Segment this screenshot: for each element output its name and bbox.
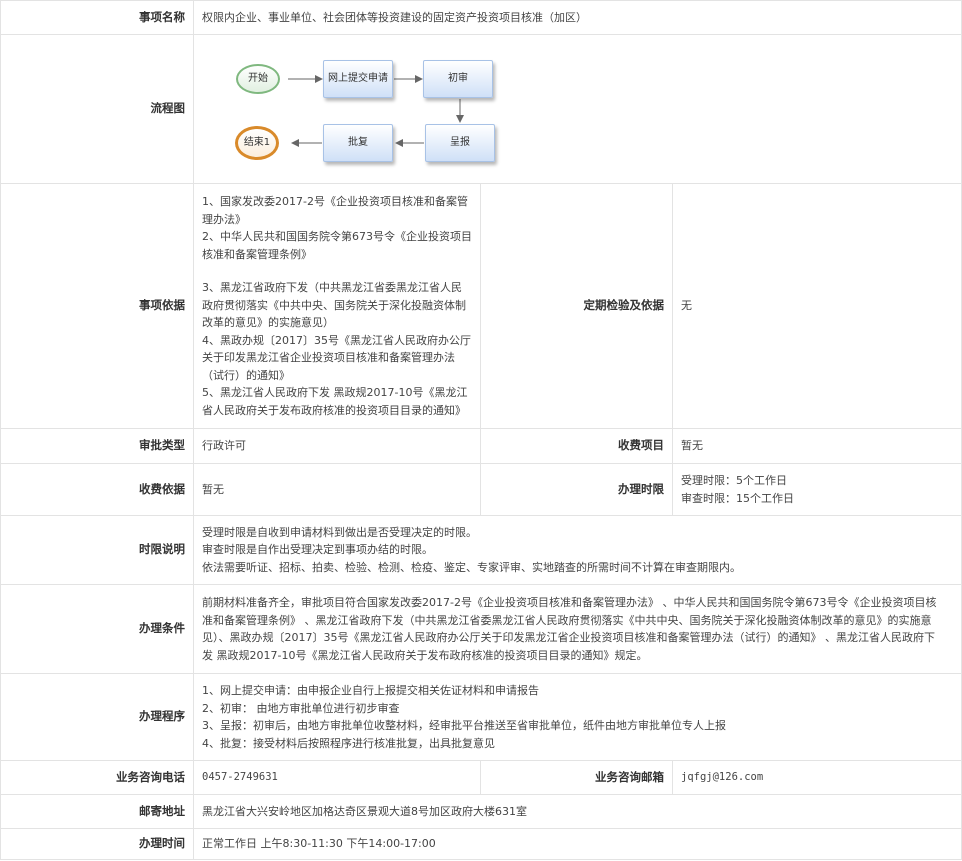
procedure-label: 办理程序 [0,673,194,761]
basis-line: （试行）的通知》 [202,368,290,382]
basis-spacer [202,263,472,279]
row-hours: 办理时间 正常工作日 上午8:30-11:30 下午14:00-17:00 [0,828,962,860]
row-contact: 业务咨询电话 0457-2749631 业务咨询邮箱 jqfgj@126.com [0,760,962,795]
basis-line: 4、黑政办规〔2017〕35号《黑龙江省人民政府办公厅 [202,333,471,347]
item-name-value: 权限内企业、事业单位、社会团体等投资建设的固定资产投资项目核准（加区） [193,0,962,35]
flowchart-label: 流程图 [0,34,194,184]
basis-line: 政府贯彻落实《中共中央、国务院关于深化投融资体制 [202,298,466,312]
inspection-label: 定期检验及依据 [480,183,673,429]
row-item-name: 事项名称 权限内企业、事业单位、社会团体等投资建设的固定资产投资项目核准（加区） [0,0,962,35]
conditions-line: 准和备案管理条例》 、黑龙江省政府下发（中共黑龙江省委黑龙江省人民政府贯彻落实《… [202,613,932,627]
time-limit-value: 受理时限：5个工作日 审查时限：15个工作日 [672,463,962,516]
fee-item-label: 收费项目 [480,428,673,464]
phone-label: 业务咨询电话 [0,760,194,795]
fee-item-value: 暂无 [672,428,962,464]
flowchart-cell: 开始 网上提交申请 初审 呈报 批复 结束1 [193,34,962,184]
approval-type-value: 行政许可 [193,428,481,464]
item-info-table: 事项名称 权限内企业、事业单位、社会团体等投资建设的固定资产投资项目核准（加区）… [0,0,962,860]
procedure-value: 1、网上提交申请：由申报企业自行上报提交相关佐证材料和申请报告 2、初审： 由地… [193,673,962,761]
fee-basis-value: 暂无 [193,463,481,516]
time-limit-label: 办理时限 [480,463,673,516]
basis-line: 3、黑龙江省政府下发（中共黑龙江省委黑龙江省人民 [202,281,462,294]
conditions-line: 见）、黑政办规〔2017〕35号《黑龙江省人民政府办公厅关于印发黑龙江省企业投资… [202,631,935,644]
row-procedure: 办理程序 1、网上提交申请：由申报企业自行上报提交相关佐证材料和申请报告 2、初… [0,673,962,761]
basis-line: 核准和备案管理条例》 [202,247,312,261]
time-note-label: 时限说明 [0,515,194,585]
basis-line: 改革的意见》的实施意见） [202,316,334,329]
conditions-line: 前期材料准备齐全，审批项目符合国家发改委2017-2号《企业投资项目核准和备案管… [202,596,937,609]
row-conditions: 办理条件 前期材料准备齐全，审批项目符合国家发改委2017-2号《企业投资项目核… [0,584,962,674]
time-limit-line: 审查时限：15个工作日 [681,491,794,505]
conditions-label: 办理条件 [0,584,194,674]
process-flowchart: 开始 网上提交申请 初审 呈报 批复 结束1 [202,39,502,179]
row-address: 邮寄地址 黑龙江省大兴安岭地区加格达奇区景观大道8号加区政府大楼631室 [0,794,962,829]
flow-node-approve: 批复 [323,124,393,162]
address-label: 邮寄地址 [0,794,194,829]
time-note-value: 受理时限是自收到申请材料到做出是否受理决定的时限。 审查时限是自作出受理决定到事… [193,515,962,585]
time-limit-line: 受理时限：5个工作日 [681,474,787,487]
flow-node-submit: 网上提交申请 [323,60,393,98]
hours-label: 办理时间 [0,828,194,860]
row-flowchart: 流程图 开始 网上提交申请 初审 呈报 批复 结束1 [0,34,962,184]
row-fee-basis: 收费依据 暂无 办理时限 受理时限：5个工作日 审查时限：15个工作日 [0,463,962,516]
procedure-line: 2、初审： 由地方审批单位进行初步审查 [202,701,400,715]
procedure-line: 1、网上提交申请：由申报企业自行上报提交相关佐证材料和申请报告 [202,684,539,697]
email-label: 业务咨询邮箱 [480,760,673,795]
row-time-note: 时限说明 受理时限是自收到申请材料到做出是否受理决定的时限。 审查时限是自作出受… [0,515,962,585]
basis-line: 2、中华人民共和国国务院令第673号令《企业投资项目 [202,230,472,243]
row-basis: 事项依据 1、国家发改委2017-2号《企业投资项目核准和备案管 理办法》 2、… [0,183,962,429]
time-note-line: 受理时限是自收到申请材料到做出是否受理决定的时限。 [202,525,477,539]
flow-node-end: 结束1 [235,126,279,160]
fee-basis-label: 收费依据 [0,463,194,516]
flow-node-report: 呈报 [425,124,495,162]
basis-line: 关于印发黑龙江省企业投资项目核准和备案管理办法 [202,351,455,364]
basis-line: 省人民政府关于发布政府核准的投资项目目录的通知》 [202,403,466,417]
basis-line: 理办法》 [202,212,246,226]
row-approval-type: 审批类型 行政许可 收费项目 暂无 [0,428,962,464]
flow-node-start: 开始 [236,64,280,94]
procedure-line: 3、呈报：初审后，由地方审批单位收整材料，经审批平台推送至省审批单位，纸件由地方… [202,719,726,732]
procedure-line: 4、批复：接受材料后按照程序进行核准批复，出具批复意见 [202,736,495,750]
basis-value: 1、国家发改委2017-2号《企业投资项目核准和备案管 理办法》 2、中华人民共… [193,183,481,429]
time-note-line: 审查时限是自作出受理决定到事项办结的时限。 [202,543,433,557]
basis-label: 事项依据 [0,183,194,429]
phone-value: 0457-2749631 [193,760,481,795]
hours-value: 正常工作日 上午8:30-11:30 下午14:00-17:00 [193,828,962,860]
basis-line: 5、黑龙江省人民政府下发 黑政规2017-10号《黑龙江 [202,386,468,399]
address-value: 黑龙江省大兴安岭地区加格达奇区景观大道8号加区政府大楼631室 [193,794,962,829]
item-name-label: 事项名称 [0,0,194,35]
inspection-value: 无 [672,183,962,429]
basis-line: 1、国家发改委2017-2号《企业投资项目核准和备案管 [202,195,468,208]
flow-node-first-review: 初审 [423,60,493,98]
approval-type-label: 审批类型 [0,428,194,464]
conditions-value: 前期材料准备齐全，审批项目符合国家发改委2017-2号《企业投资项目核准和备案管… [193,584,962,674]
time-note-line: 依法需要听证、招标、拍卖、检验、检测、检疫、鉴定、专家评审、实地踏查的所需时间不… [202,560,741,574]
conditions-line: 发 黑政规2017-10号《黑龙江省人民政府关于发布政府核准的投资项目目录的通知… [202,648,648,662]
email-value: jqfgj@126.com [672,760,962,795]
